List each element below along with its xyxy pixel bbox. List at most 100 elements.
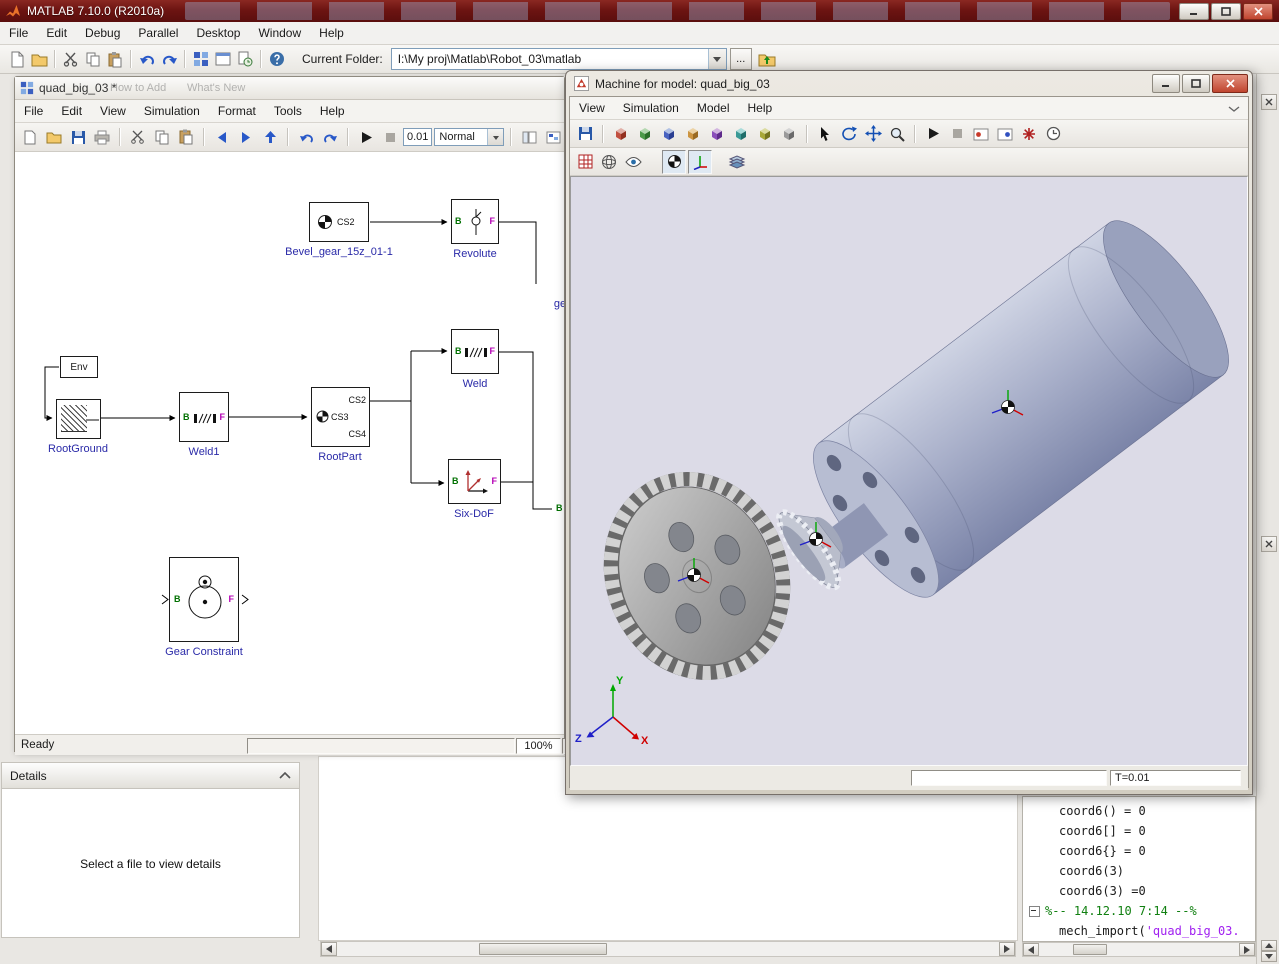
show-cs-axes-icon[interactable]	[688, 150, 712, 174]
menu-help[interactable]: Help	[310, 23, 353, 43]
history-item[interactable]: coord6() = 0	[1023, 801, 1255, 821]
scroll-left-icon[interactable]	[1023, 943, 1039, 956]
zoom-icon[interactable]	[886, 123, 908, 145]
rotate-3d-icon[interactable]	[838, 123, 860, 145]
close-panel-icon[interactable]	[1261, 94, 1277, 110]
model-canvas[interactable]: CS2 Bevel_gear_15z_01-1 B F Revolute B F	[15, 152, 564, 735]
menu-file[interactable]: File	[0, 23, 37, 43]
start-animation-icon[interactable]	[922, 123, 944, 145]
display-mode-8-icon[interactable]	[778, 123, 800, 145]
update-machine-icon[interactable]	[1018, 123, 1040, 145]
history-item[interactable]: coord6(3)	[1023, 861, 1255, 881]
model-new-icon[interactable]	[19, 126, 41, 148]
model-open-icon[interactable]	[43, 126, 65, 148]
visibility-eye-icon[interactable]	[622, 151, 644, 173]
model-menu-help[interactable]: Help	[311, 101, 354, 121]
details-header[interactable]: Details	[2, 763, 299, 789]
collapse-chevron-icon[interactable]	[279, 772, 291, 779]
history-item[interactable]: mech_import('quad_big_03.	[1023, 921, 1255, 941]
main-titlebar[interactable]: MATLAB 7.10.0 (R2010a)	[0, 0, 1279, 22]
close-button[interactable]	[1243, 3, 1273, 20]
model-redo-icon[interactable]	[319, 126, 341, 148]
scroll-up-icon[interactable]	[1261, 940, 1277, 951]
history-item[interactable]: coord6[] = 0	[1023, 821, 1255, 841]
menu-parallel[interactable]: Parallel	[129, 23, 187, 43]
minimize-button[interactable]	[1179, 3, 1209, 20]
collapse-tree-icon[interactable]	[1029, 906, 1040, 917]
current-folder-combobox[interactable]: I:\My proj\Matlab\Robot_03\matlab	[391, 48, 727, 70]
horizontal-scrollbar-center[interactable]	[320, 941, 1016, 957]
camera-view-2-icon[interactable]	[994, 123, 1016, 145]
machine-settings-icon[interactable]	[574, 151, 596, 173]
navigate-forward-icon[interactable]	[235, 126, 257, 148]
scroll-right-icon[interactable]	[999, 942, 1015, 956]
maximize-button[interactable]	[1211, 3, 1241, 20]
model-undo-icon[interactable]	[295, 126, 317, 148]
block-root-part[interactable]: CS2 CS3 CS4	[311, 387, 370, 447]
guide-icon[interactable]	[212, 48, 234, 70]
realtime-clock-icon[interactable]	[1042, 123, 1064, 145]
block-gear-constraint[interactable]: B F	[169, 557, 239, 642]
machine-menu-view[interactable]: View	[570, 98, 614, 118]
browse-folder-button[interactable]: ...	[730, 48, 752, 70]
display-mode-6-icon[interactable]	[730, 123, 752, 145]
combo-dropdown-icon[interactable]	[708, 49, 726, 69]
start-simulation-icon[interactable]	[355, 126, 377, 148]
show-com-markers-icon[interactable]	[662, 150, 686, 174]
history-item[interactable]: coord6{} = 0	[1023, 841, 1255, 861]
open-file-icon[interactable]	[28, 48, 50, 70]
up-one-folder-icon[interactable]	[756, 48, 778, 70]
machine-save-icon[interactable]	[574, 123, 596, 145]
pan-icon[interactable]	[862, 123, 884, 145]
scroll-down-icon[interactable]	[1261, 951, 1277, 962]
block-weld[interactable]: B F	[451, 329, 499, 374]
stop-animation-icon[interactable]	[946, 123, 968, 145]
wireframe-sphere-icon[interactable]	[598, 151, 620, 173]
machine-menu-model[interactable]: Model	[688, 98, 739, 118]
scroll-right-icon[interactable]	[1239, 943, 1255, 956]
machine-close-button[interactable]	[1212, 74, 1248, 93]
profiler-icon[interactable]	[234, 48, 256, 70]
machine-maximize-button[interactable]	[1182, 74, 1210, 93]
block-machine-environment[interactable]: Env	[60, 356, 98, 378]
block-weld1[interactable]: B F	[179, 392, 229, 442]
scrollbar-thumb[interactable]	[1073, 944, 1107, 955]
model-copy-icon[interactable]	[151, 126, 173, 148]
scroll-left-icon[interactable]	[321, 942, 337, 956]
copy-icon[interactable]	[82, 48, 104, 70]
model-menu-simulation[interactable]: Simulation	[135, 101, 209, 121]
model-menu-edit[interactable]: Edit	[52, 101, 91, 121]
block-six-dof[interactable]: B F	[448, 459, 501, 504]
model-window-titlebar[interactable]: quad_big_03 * How to Add What's New	[15, 77, 564, 100]
redo-icon[interactable]	[158, 48, 180, 70]
navigate-back-icon[interactable]	[211, 126, 233, 148]
block-bevel-gear[interactable]: CS2	[309, 202, 369, 242]
history-session-header[interactable]: %-- 14.12.10 7:14 --%	[1023, 901, 1255, 921]
scrollbar-thumb[interactable]	[479, 943, 607, 955]
machine-3d-viewport[interactable]: Y X Z	[570, 176, 1248, 766]
cut-icon[interactable]	[60, 48, 82, 70]
model-browser-icon[interactable]	[518, 126, 540, 148]
model-print-icon[interactable]	[91, 126, 113, 148]
model-save-icon[interactable]	[67, 126, 89, 148]
close-panel-icon[interactable]	[1261, 536, 1277, 552]
model-menu-view[interactable]: View	[91, 101, 135, 121]
simulation-stop-time-field[interactable]: 0.01	[403, 128, 432, 146]
machine-menu-simulation[interactable]: Simulation	[614, 98, 688, 118]
menu-edit[interactable]: Edit	[37, 23, 76, 43]
stop-simulation-icon[interactable]	[379, 126, 401, 148]
model-paste-icon[interactable]	[175, 126, 197, 148]
simulink-icon[interactable]	[190, 48, 212, 70]
model-menu-file[interactable]: File	[15, 101, 52, 121]
display-mode-1-icon[interactable]	[610, 123, 632, 145]
layers-icon[interactable]	[726, 151, 748, 173]
display-mode-5-icon[interactable]	[706, 123, 728, 145]
undo-icon[interactable]	[136, 48, 158, 70]
menu-window[interactable]: Window	[249, 23, 310, 43]
block-root-ground[interactable]	[56, 399, 101, 439]
block-revolute[interactable]: B F	[451, 199, 499, 244]
machine-menu-help[interactable]: Help	[739, 98, 782, 118]
model-cut-icon[interactable]	[127, 126, 149, 148]
history-item[interactable]: coord6(3) =0	[1023, 881, 1255, 901]
new-script-icon[interactable]	[6, 48, 28, 70]
